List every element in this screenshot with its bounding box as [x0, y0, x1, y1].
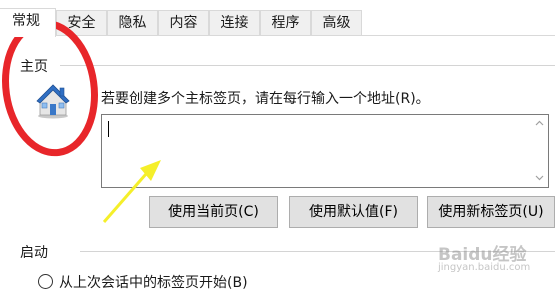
scroll-down-icon[interactable] [535, 173, 544, 182]
startup-option-restore[interactable]: 从上次会话中的标签页开始(B) [38, 272, 248, 289]
house-icon [36, 84, 70, 119]
tab-content[interactable]: 内容 [158, 10, 209, 35]
home-address-textarea[interactable] [101, 114, 549, 188]
tab-privacy[interactable]: 隐私 [107, 10, 158, 35]
radio-button[interactable] [38, 274, 53, 289]
home-section-title: 主页 [20, 59, 48, 75]
use-current-button[interactable]: 使用当前页(C) [149, 196, 278, 228]
startup-option-label: 从上次会话中的标签页开始(B) [59, 275, 248, 289]
text-caret [108, 121, 109, 137]
home-section-rule [60, 65, 555, 66]
tab-strip: 常规 安全 隐私 内容 连接 程序 高级 [0, 0, 555, 37]
internet-options-dialog: 常规 安全 隐私 内容 连接 程序 高级 主页 若要创建多个主标签页，请在每行输… [0, 0, 555, 289]
tab-strip-divider [0, 35, 555, 36]
tab-advanced[interactable]: 高级 [311, 10, 362, 35]
use-default-button[interactable]: 使用默认值(F) [289, 196, 418, 228]
tab-security[interactable]: 安全 [56, 10, 107, 35]
startup-section-title: 启动 [20, 245, 48, 261]
home-instruction: 若要创建多个主标签页，请在每行输入一个地址(R)。 [101, 91, 430, 107]
watermark-url: jingyan.baidu.com [438, 262, 531, 273]
scroll-up-icon[interactable] [535, 119, 544, 128]
tab-general[interactable]: 常规 [0, 8, 56, 37]
tab-connections[interactable]: 连接 [209, 10, 260, 35]
tab-programs[interactable]: 程序 [260, 10, 311, 35]
use-new-tab-button[interactable]: 使用新标签页(U) [427, 196, 555, 228]
address-scrollbar[interactable] [531, 115, 548, 187]
